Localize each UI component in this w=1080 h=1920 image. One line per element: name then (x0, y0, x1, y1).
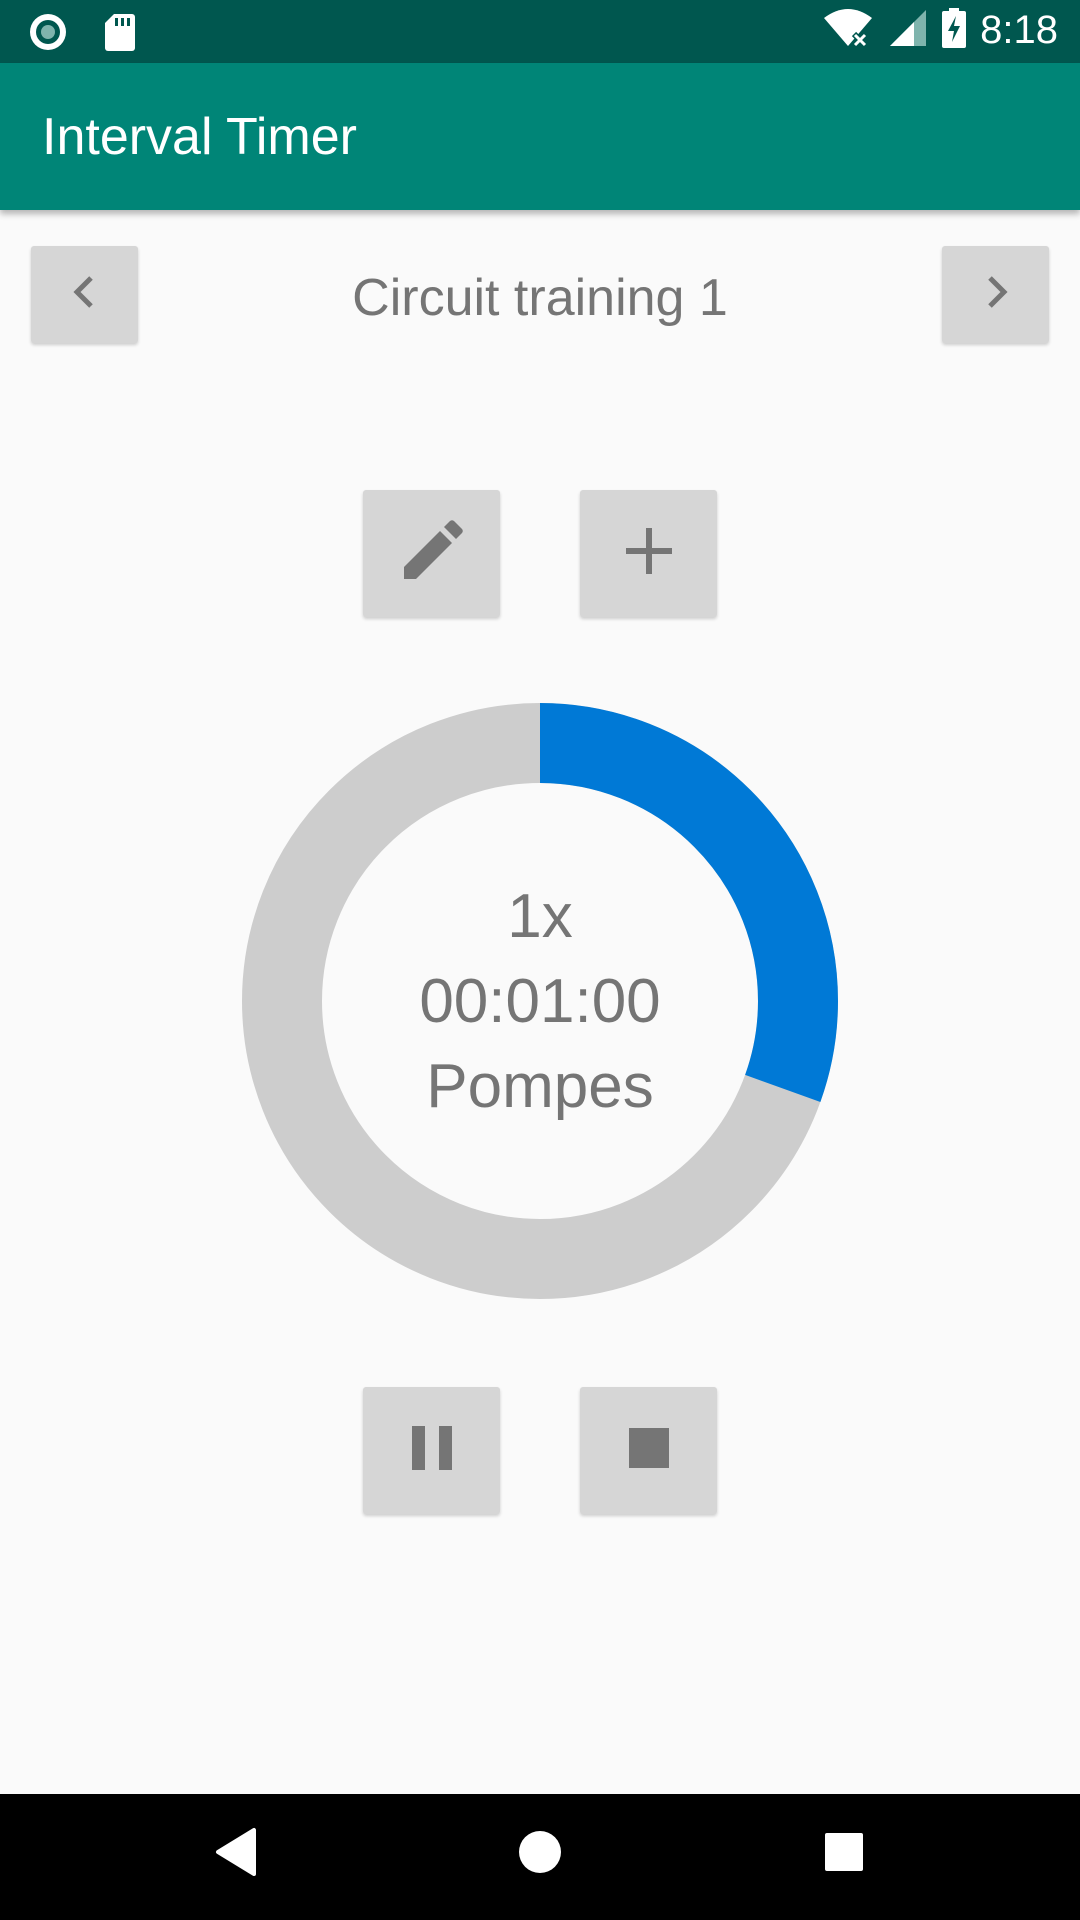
pencil-icon (400, 519, 464, 588)
app-title: Interval Timer (42, 108, 357, 166)
system-nav-bar (0, 1794, 1080, 1920)
battery-charging-icon (942, 8, 967, 53)
app-bar: Interval Timer (0, 63, 1080, 210)
signal-icon (888, 8, 928, 53)
time-remaining: 00:01:00 (419, 966, 661, 1036)
home-icon[interactable] (518, 1827, 562, 1882)
previous-workout-button[interactable] (31, 246, 138, 343)
next-workout-button[interactable] (942, 246, 1049, 343)
stop-icon (628, 1427, 670, 1474)
plus-icon (624, 526, 674, 581)
exercise-name: Pompes (426, 1051, 654, 1121)
status-bar: 8:18 (0, 0, 1080, 63)
chevron-left-icon (65, 272, 105, 317)
wifi-off-icon (822, 8, 874, 53)
timer-progress-ring: 1x 00:01:00 Pompes (240, 701, 840, 1301)
stop-button[interactable] (580, 1387, 717, 1514)
timer-readout: 1x 00:01:00 Pompes (240, 701, 840, 1301)
back-icon[interactable] (214, 1827, 258, 1882)
pause-button[interactable] (363, 1387, 500, 1514)
record-icon (28, 12, 68, 57)
add-workout-button[interactable] (580, 490, 717, 617)
sd-card-icon (104, 12, 136, 57)
recents-icon[interactable] (823, 1827, 865, 1882)
repetitions-label: 1x (507, 881, 573, 951)
pause-icon (410, 1424, 454, 1477)
edit-workout-button[interactable] (363, 490, 500, 617)
workout-name: Circuit training 1 (352, 269, 728, 327)
chevron-right-icon (976, 272, 1016, 317)
status-time: 8:18 (980, 8, 1058, 52)
